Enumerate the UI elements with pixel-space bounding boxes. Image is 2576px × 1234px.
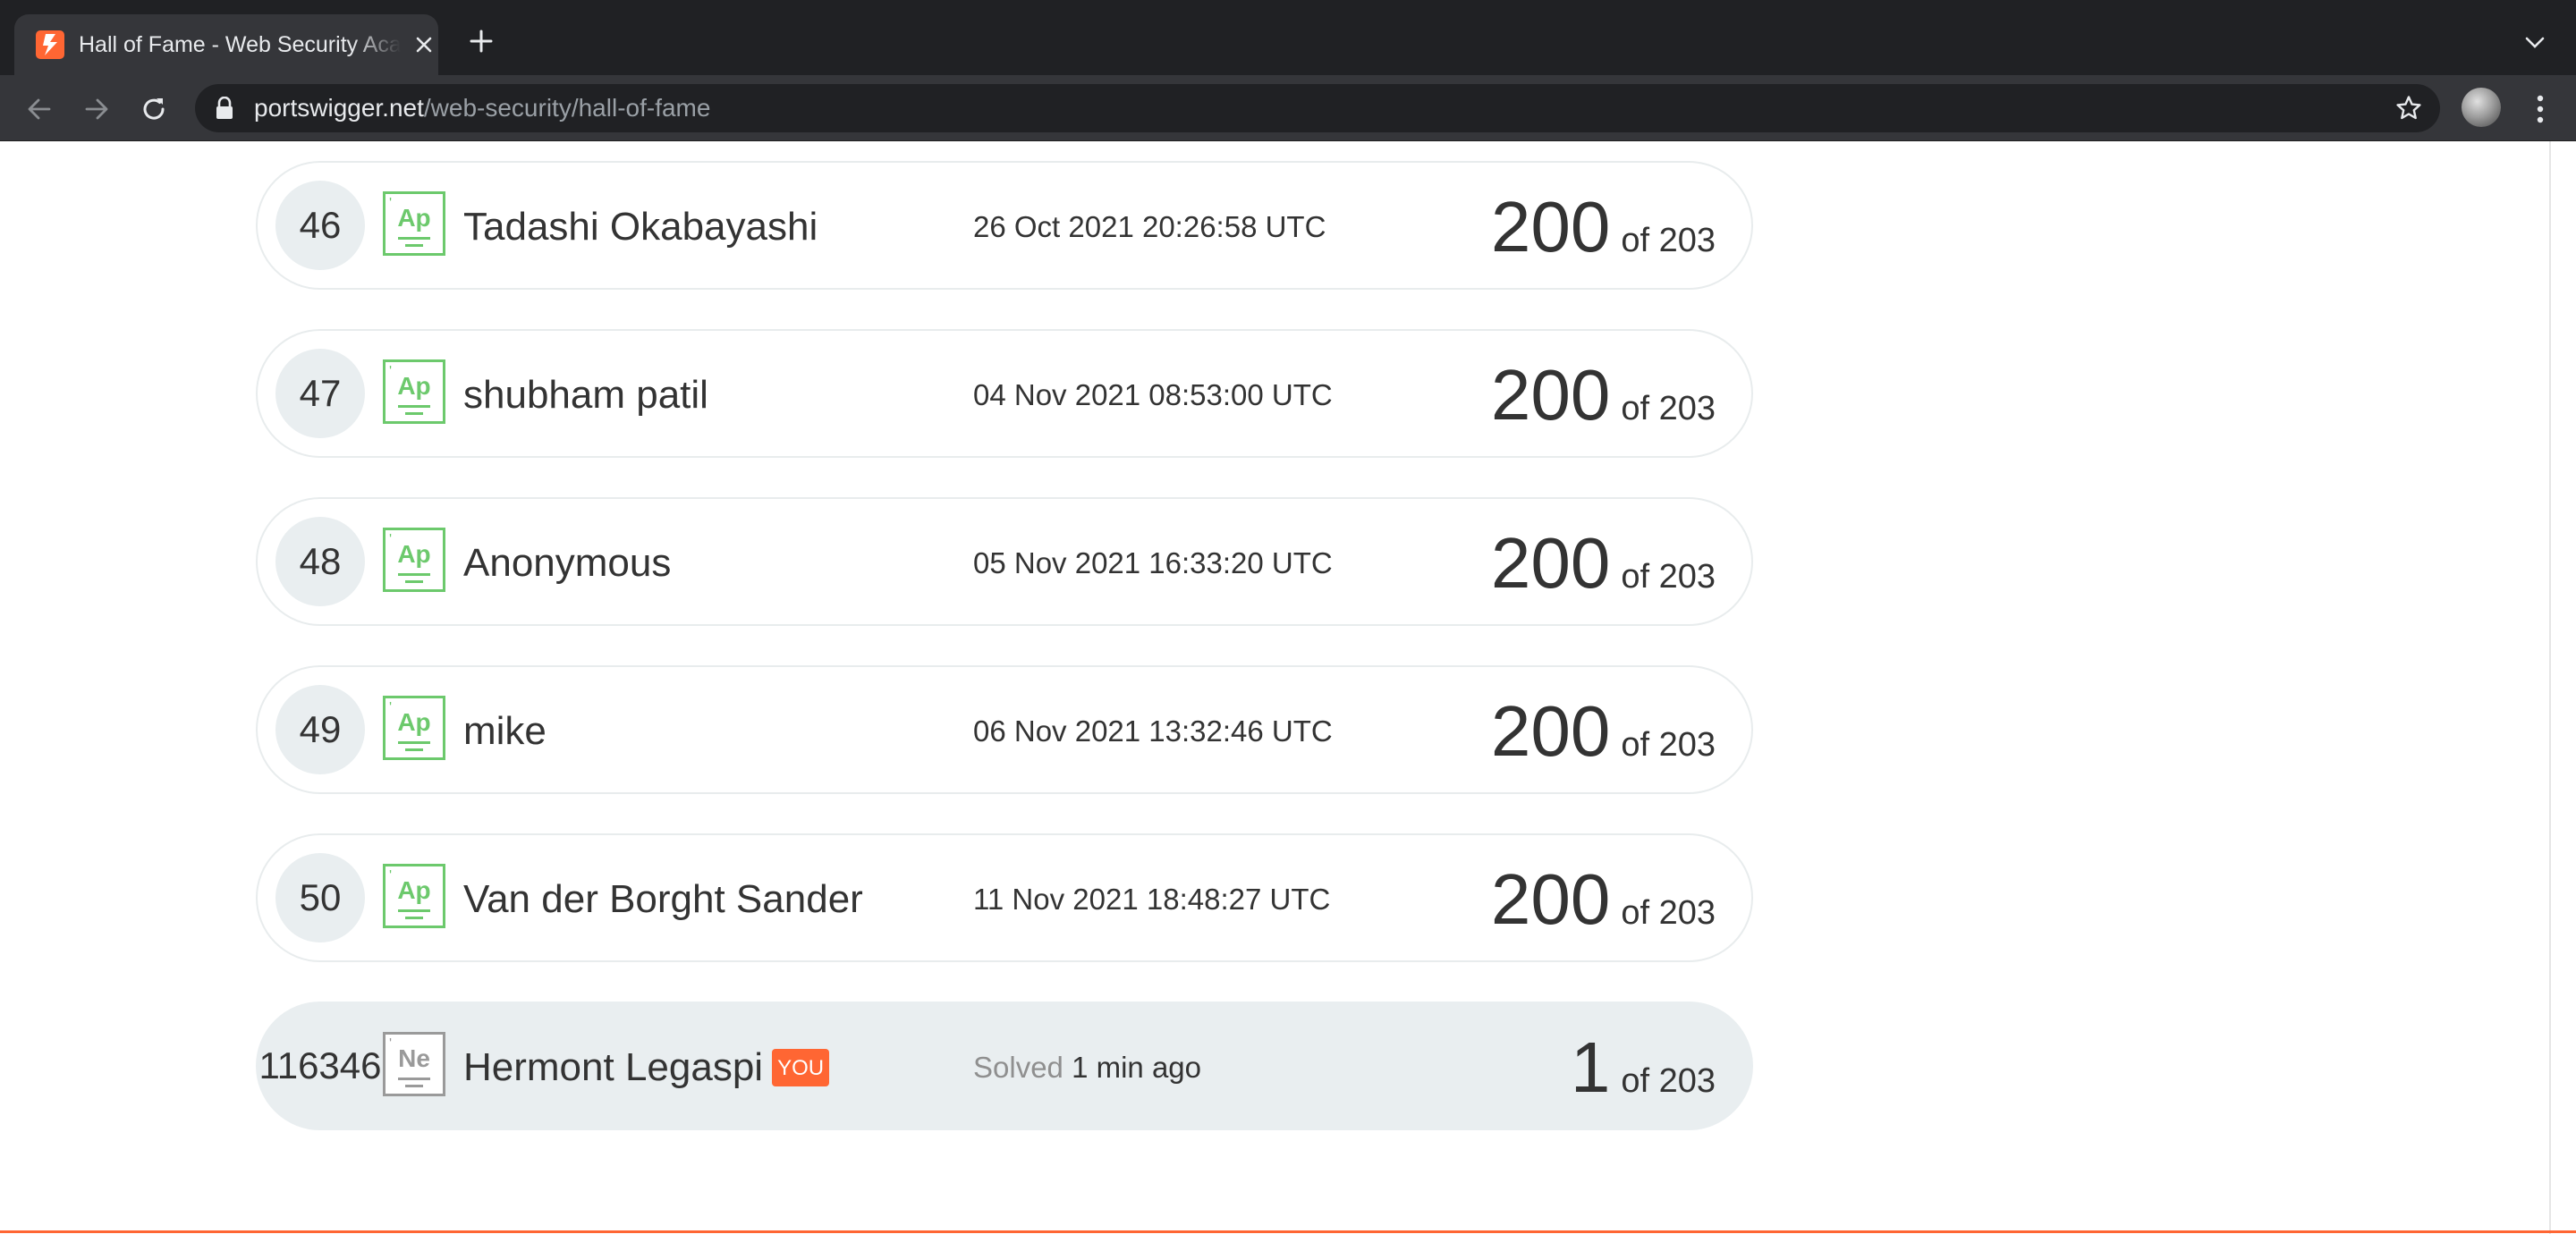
labs-solved: 200 of 203 <box>1491 687 1716 776</box>
lock-icon[interactable] <box>215 96 236 120</box>
solved-count: 200 <box>1490 355 1611 435</box>
badge-symbol: Ap <box>397 372 431 400</box>
total-labs: of 203 <box>1621 390 1716 427</box>
user-name-text: Van der Borght Sander <box>463 877 863 921</box>
rank-number: 48 <box>275 517 365 606</box>
page-scroll-track[interactable] <box>2549 141 2551 1234</box>
completion-date: 06 Nov 2021 13:32:46 UTC <box>973 714 1333 748</box>
completion-date: 11 Nov 2021 18:48:27 UTC <box>973 883 1331 916</box>
solved-count: 200 <box>1490 859 1611 939</box>
leaderboard-row: 49 ' Ap mike 06 Nov 2021 13:32:46 UTC 20… <box>256 665 1753 794</box>
rank-number: 47 <box>275 349 365 438</box>
browser-toolbar: portswigger.net/web-security/hall-of-fam… <box>0 75 2576 141</box>
rank-number: 50 <box>275 853 365 942</box>
profile-avatar[interactable] <box>2462 88 2501 127</box>
url-host: portswigger.net <box>254 94 424 122</box>
solved-count: 200 <box>1490 523 1611 603</box>
url-text[interactable]: portswigger.net/web-security/hall-of-fam… <box>254 93 710 123</box>
solved-prefix: Solved <box>973 1051 1063 1084</box>
leaderboard-row: 47 ' Ap shubham patil 04 Nov 2021 08:53:… <box>256 329 1753 458</box>
apprentice-badge-icon: ' Ap <box>383 864 445 928</box>
labs-solved: 200 of 203 <box>1491 855 1716 944</box>
apprentice-badge-icon: ' Ap <box>383 359 445 424</box>
leaderboard-row: 48 ' Ap Anonymous 05 Nov 2021 16:33:20 U… <box>256 497 1753 626</box>
user-name-text: Hermont Legaspi <box>463 1045 764 1089</box>
bookmark-star-icon[interactable] <box>2394 93 2424 123</box>
current-user-row: 116346 ' Ne Hermont Legaspi YOU Solved 1… <box>256 1002 1753 1130</box>
user-name: Van der Borght Sander <box>463 875 863 925</box>
reload-icon[interactable] <box>134 89 174 129</box>
user-name-text: Anonymous <box>463 541 672 585</box>
close-tab-icon[interactable] <box>411 32 436 57</box>
user-name: Hermont Legaspi YOU <box>463 1043 830 1093</box>
back-arrow-icon[interactable] <box>20 89 59 129</box>
user-name-text: mike <box>463 709 547 753</box>
badge-symbol: Ap <box>397 876 431 904</box>
labs-solved: 200 of 203 <box>1491 182 1716 272</box>
completion-date: 05 Nov 2021 16:33:20 UTC <box>973 546 1333 579</box>
total-labs: of 203 <box>1621 1062 1716 1100</box>
badge-symbol: Ne <box>398 1044 430 1072</box>
completion-date: 26 Oct 2021 20:26:58 UTC <box>973 210 1326 243</box>
rank-number: 116346 <box>258 1044 382 1086</box>
newcomer-badge-icon: ' Ne <box>383 1032 445 1096</box>
total-labs: of 203 <box>1621 222 1716 259</box>
solved-count: 200 <box>1490 187 1611 266</box>
new-tab-plus-icon[interactable] <box>465 25 497 57</box>
labs-solved: 200 of 203 <box>1491 351 1716 440</box>
url-path: /web-security/hall-of-fame <box>423 94 711 122</box>
user-name: Tadashi Okabayashi <box>463 202 818 252</box>
total-labs: of 203 <box>1621 726 1716 764</box>
hall-of-fame-page: 46 ' Ap Tadashi Okabayashi 26 Oct 2021 2… <box>0 141 2576 1234</box>
user-name-text: shubham patil <box>463 373 708 417</box>
user-name-text: Tadashi Okabayashi <box>463 205 818 249</box>
you-badge: YOU <box>772 1049 830 1086</box>
completion-date: 04 Nov 2021 08:53:00 UTC <box>973 378 1333 411</box>
leaderboard-row: 50 ' Ap Van der Borght Sander 11 Nov 202… <box>256 833 1753 962</box>
user-name: Anonymous <box>463 538 671 588</box>
rank-number: 49 <box>275 685 365 774</box>
apprentice-badge-icon: ' Ap <box>383 528 445 592</box>
footer-accent-line <box>0 1230 2576 1233</box>
browser-tab-strip: Hall of Fame - Web Security Academy <box>0 0 2576 75</box>
user-name: mike <box>463 706 547 756</box>
browser-tab[interactable]: Hall of Fame - Web Security Academy <box>14 14 438 75</box>
badge-symbol: Ap <box>397 708 431 736</box>
user-name: shubham patil <box>463 370 708 420</box>
labs-solved: 200 of 203 <box>1491 519 1716 608</box>
browser-menu-kebab-icon[interactable] <box>2522 89 2558 129</box>
tab-search-chevron-down-icon[interactable] <box>2521 29 2549 57</box>
portswigger-favicon-icon <box>36 30 64 59</box>
apprentice-badge-icon: ' Ap <box>383 191 445 256</box>
solved-count: 1 <box>1570 1027 1611 1107</box>
address-bar[interactable]: portswigger.net/web-security/hall-of-fam… <box>195 84 2440 132</box>
solved-time: 1 min ago <box>1072 1051 1202 1084</box>
solved-count: 200 <box>1490 691 1611 771</box>
last-solved: Solved 1 min ago <box>973 1048 1201 1087</box>
total-labs: of 203 <box>1621 894 1716 932</box>
rank-number: 46 <box>275 181 365 270</box>
forward-arrow-icon[interactable] <box>77 89 116 129</box>
apprentice-badge-icon: ' Ap <box>383 696 445 760</box>
leaderboard-row: 46 ' Ap Tadashi Okabayashi 26 Oct 2021 2… <box>256 161 1753 290</box>
badge-symbol: Ap <box>397 540 431 568</box>
badge-symbol: Ap <box>397 204 431 232</box>
total-labs: of 203 <box>1621 558 1716 596</box>
labs-solved: 1 of 203 <box>1571 1023 1716 1112</box>
tab-title: Hall of Fame - Web Security Academy <box>79 32 401 57</box>
